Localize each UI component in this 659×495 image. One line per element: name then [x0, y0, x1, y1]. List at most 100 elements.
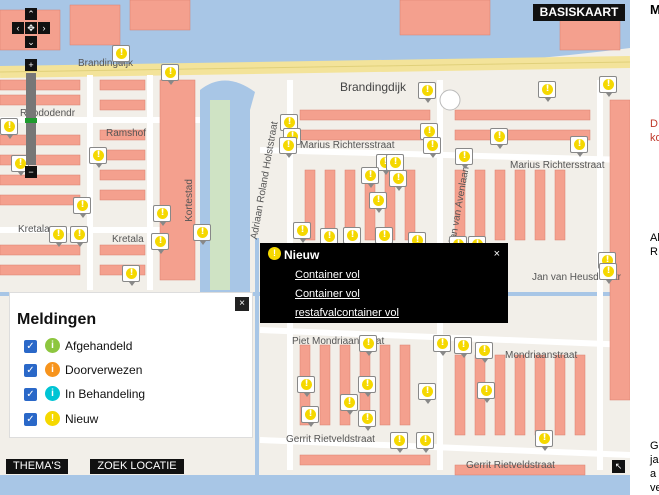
report-marker[interactable]: ! — [389, 170, 407, 191]
marker-pin: ! — [418, 383, 436, 404]
marker-pin: ! — [389, 170, 407, 191]
popup-link[interactable]: Container vol — [295, 269, 360, 281]
report-marker[interactable]: ! — [193, 224, 211, 245]
zoek-locatie-button[interactable]: ZOEK LOCATIE — [90, 459, 184, 474]
report-marker[interactable]: ! — [112, 45, 130, 66]
marker-pin: ! — [490, 128, 508, 149]
exclamation-icon: ! — [362, 379, 373, 390]
popup-close-button[interactable]: × — [494, 248, 500, 260]
legend-checkbox[interactable]: ✓ — [24, 364, 37, 377]
report-marker[interactable]: ! — [301, 406, 319, 427]
report-marker[interactable]: ! — [70, 226, 88, 247]
exclamation-icon: ! — [301, 379, 312, 390]
pan-left-button[interactable]: ‹ — [12, 22, 24, 34]
report-marker[interactable]: ! — [538, 81, 556, 102]
report-marker[interactable]: ! — [570, 136, 588, 157]
info-icon: i — [45, 338, 60, 353]
zoom-in-button[interactable]: + — [25, 59, 37, 71]
street-label: Gerrit Rietveldstraat — [466, 460, 555, 471]
report-marker[interactable]: ! — [418, 383, 436, 404]
report-marker[interactable]: ! — [599, 263, 617, 284]
exclamation-icon: ! — [347, 230, 358, 241]
exclamation-icon: ! — [574, 139, 585, 150]
report-marker[interactable]: ! — [49, 226, 67, 247]
map-canvas[interactable]: Brandingdijk Brandingdijk Rhododendr Ram… — [0, 0, 630, 495]
zoom-out-button[interactable]: − — [25, 166, 37, 178]
report-marker[interactable]: ! — [475, 342, 493, 363]
pan-up-button[interactable]: ⌃ — [25, 8, 37, 20]
marker-pin: ! — [386, 154, 404, 175]
pan-right-button[interactable]: › — [38, 22, 50, 34]
exclamation-icon: ! — [165, 67, 176, 78]
report-marker[interactable]: ! — [454, 337, 472, 358]
report-marker[interactable]: ! — [340, 394, 358, 415]
report-marker[interactable]: ! — [359, 335, 377, 356]
marker-pin: ! — [361, 167, 379, 188]
exclamation-icon: ! — [437, 338, 448, 349]
report-marker[interactable]: ! — [153, 205, 171, 226]
marker-pin: ! — [390, 432, 408, 453]
report-marker[interactable]: ! — [477, 382, 495, 403]
marker-pin: ! — [297, 376, 315, 397]
info-icon: i — [45, 386, 60, 401]
pan-center-button[interactable]: ✥ — [25, 22, 37, 34]
street-label: Brandingdijk — [340, 80, 407, 94]
exclamation-icon: ! — [93, 150, 104, 161]
exclamation-icon: ! — [458, 340, 469, 351]
marker-pin: ! — [369, 192, 387, 213]
marker-pin: ! — [358, 410, 376, 431]
exclamation-icon: ! — [324, 231, 335, 242]
exclamation-icon: ! — [539, 433, 550, 444]
report-marker[interactable]: ! — [161, 64, 179, 85]
street-label: Gerrit Rietveldstraat — [286, 434, 375, 445]
zoom-level-handle[interactable] — [25, 118, 37, 123]
report-marker[interactable]: ! — [418, 82, 436, 103]
report-marker[interactable]: ! — [490, 128, 508, 149]
exclamation-icon: ! — [268, 247, 281, 260]
report-marker[interactable]: ! — [358, 410, 376, 431]
marker-pin: ! — [122, 265, 140, 286]
report-marker[interactable]: ! — [0, 118, 18, 139]
report-marker[interactable]: ! — [73, 197, 91, 218]
pan-down-button[interactable]: ⌄ — [25, 36, 37, 48]
legend-close-button[interactable]: × — [235, 297, 249, 311]
report-marker[interactable]: ! — [358, 376, 376, 397]
street-label: Marius Richtersstraat — [300, 140, 395, 151]
popup-link[interactable]: Container vol — [295, 288, 360, 300]
marker-pin: ! — [433, 335, 451, 356]
themas-button[interactable]: THEMA'S — [6, 459, 68, 474]
legend-title: Meldingen — [17, 311, 97, 328]
report-marker[interactable]: ! — [122, 265, 140, 286]
report-marker[interactable]: ! — [535, 430, 553, 451]
legend-label: Nieuw — [65, 412, 99, 426]
marker-pin: ! — [73, 197, 91, 218]
exclamation-icon: ! — [53, 229, 64, 240]
report-marker[interactable]: ! — [279, 137, 297, 158]
report-marker[interactable]: ! — [390, 432, 408, 453]
legend-checkbox[interactable]: ✓ — [24, 413, 37, 426]
report-marker[interactable]: ! — [599, 76, 617, 97]
exclamation-icon: ! — [394, 435, 405, 446]
exclamation-icon: ! — [197, 227, 208, 238]
side-text: ko — [650, 132, 659, 144]
exclamation-icon: ! — [459, 151, 470, 162]
report-marker[interactable]: ! — [89, 147, 107, 168]
popup-link[interactable]: restafvalcontainer vol — [295, 307, 399, 319]
report-marker[interactable]: ! — [361, 167, 379, 188]
expand-icon[interactable]: ↖ — [612, 460, 625, 473]
report-marker[interactable]: ! — [433, 335, 451, 356]
report-marker[interactable]: ! — [416, 432, 434, 453]
legend-checkbox[interactable]: ✓ — [24, 388, 37, 401]
exclamation-icon: ! — [305, 409, 316, 420]
marker-pin: ! — [0, 118, 18, 139]
report-marker[interactable]: ! — [293, 222, 311, 243]
legend-checkbox[interactable]: ✓ — [24, 340, 37, 353]
marker-pin: ! — [301, 406, 319, 427]
exclamation-icon: ! — [390, 157, 401, 168]
report-marker[interactable]: ! — [369, 192, 387, 213]
basemap-button[interactable]: BASISKAART — [533, 4, 625, 21]
report-marker[interactable]: ! — [151, 233, 169, 254]
report-marker[interactable]: ! — [455, 148, 473, 169]
report-marker[interactable]: ! — [297, 376, 315, 397]
report-marker[interactable]: ! — [423, 137, 441, 158]
